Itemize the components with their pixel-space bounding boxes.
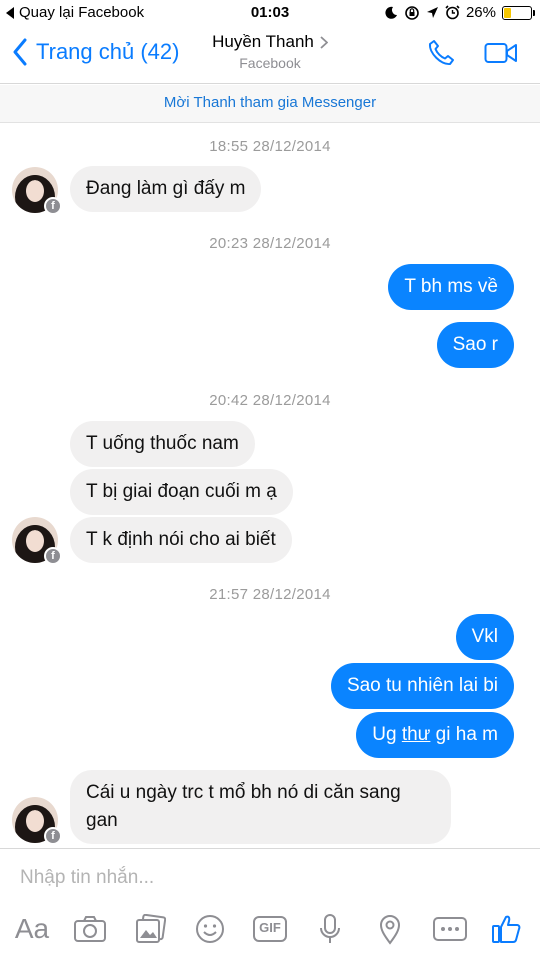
chevron-right-icon xyxy=(320,35,328,49)
outgoing-message[interactable]: Ug thư gi ha m xyxy=(356,712,514,758)
timestamp: 20:23 28/12/2014 xyxy=(209,235,331,252)
avatar[interactable]: f xyxy=(12,167,62,215)
location-arrow-icon xyxy=(426,7,438,18)
text-style-button[interactable]: Aa xyxy=(10,909,54,949)
rotation-lock-icon xyxy=(405,5,419,20)
timestamp: 20:42 28/12/2014 xyxy=(209,392,331,409)
photos-icon xyxy=(136,914,166,943)
incoming-message[interactable]: T bị giai đoạn cuối m ạ xyxy=(70,469,293,515)
outgoing-message[interactable]: T bh ms về xyxy=(388,264,514,310)
incoming-message[interactable]: Đang làm gì đấy m xyxy=(70,166,262,212)
sticker-button[interactable] xyxy=(190,909,230,949)
outgoing-message[interactable]: Sao r xyxy=(436,322,514,368)
conversation-thread: 18:55 28/12/2014 f Đang làm gì đấy m 20:… xyxy=(0,123,540,848)
message-text-underlined: thư xyxy=(401,724,431,745)
location-button[interactable] xyxy=(370,909,410,949)
alarm-icon xyxy=(445,5,460,20)
microphone-icon xyxy=(320,914,340,943)
facebook-badge-icon: f xyxy=(44,197,62,215)
smiley-icon xyxy=(196,915,224,943)
location-pin-icon xyxy=(379,915,401,945)
battery-icon xyxy=(502,5,535,20)
facebook-badge-icon: f xyxy=(44,827,62,845)
more-icon xyxy=(433,917,467,941)
avatar[interactable]: f xyxy=(12,797,62,845)
avatar[interactable]: f xyxy=(12,517,62,565)
incoming-message[interactable]: Cái u ngày trc t mổ bh nó di căn sang ga… xyxy=(70,770,451,844)
nav-bar: Trang chủ (42) Huyền Thanh Facebook xyxy=(0,26,540,84)
message-text: gi ha m xyxy=(430,724,498,745)
photos-button[interactable] xyxy=(130,909,170,949)
moon-icon xyxy=(385,6,397,19)
composer-toolbar: Aa GIF xyxy=(0,909,540,953)
video-call-icon[interactable] xyxy=(484,41,518,65)
battery-fill xyxy=(504,7,512,18)
outgoing-message[interactable]: Sao tu nhiên lai bi xyxy=(330,663,514,709)
composer: Nhập tin nhắn... Aa GIF xyxy=(0,848,540,960)
more-button[interactable] xyxy=(430,909,470,949)
outgoing-message[interactable]: Vkl xyxy=(455,614,514,660)
battery-percent: 26% xyxy=(465,4,496,21)
facebook-badge-icon: f xyxy=(44,547,62,565)
contact-name: Huyền Thanh xyxy=(212,32,314,51)
incoming-message[interactable]: T uống thuốc nam xyxy=(70,421,255,467)
voice-button[interactable] xyxy=(310,909,350,949)
invite-messenger-banner[interactable]: Mời Thanh tham gia Messenger xyxy=(0,85,540,123)
timestamp: 18:55 28/12/2014 xyxy=(209,138,331,155)
timestamp: 21:57 28/12/2014 xyxy=(209,586,331,603)
message-text: Ug xyxy=(372,724,402,745)
incoming-message[interactable]: T k định nói cho ai biết xyxy=(70,517,292,563)
message-input[interactable]: Nhập tin nhắn... xyxy=(20,867,154,889)
status-bar: Quay lại Facebook 01:03 26% xyxy=(0,0,540,26)
like-button[interactable] xyxy=(486,909,526,949)
thumbs-up-icon xyxy=(492,915,521,943)
gif-button[interactable]: GIF xyxy=(250,909,290,949)
camera-icon xyxy=(74,916,106,942)
aa-icon: Aa xyxy=(14,913,50,944)
gif-label: GIF xyxy=(259,920,281,935)
phone-icon[interactable] xyxy=(426,38,456,68)
camera-button[interactable] xyxy=(70,909,110,949)
status-icons: 26% xyxy=(384,4,535,21)
